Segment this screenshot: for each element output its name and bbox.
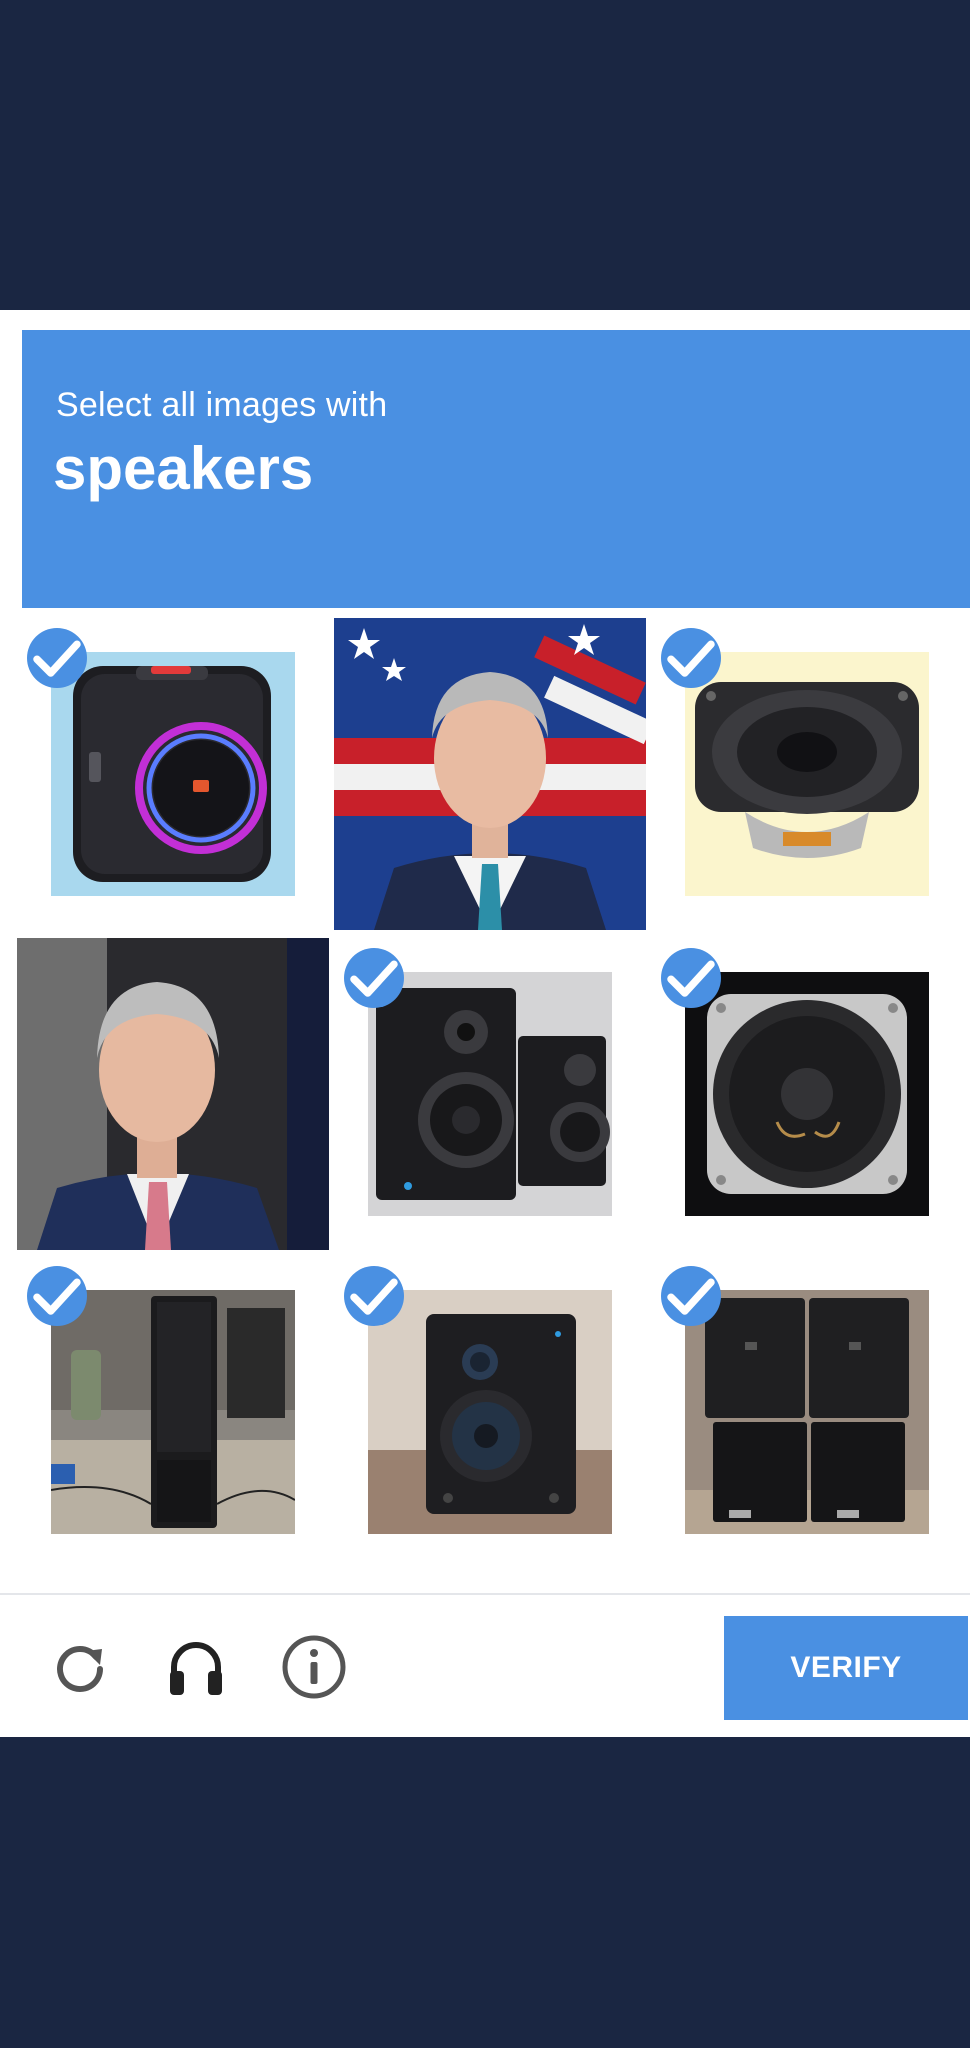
tile-image-pa-cabinets xyxy=(685,1290,929,1534)
challenge-target: speakers xyxy=(53,435,314,502)
audio-challenge-button[interactable] xyxy=(160,1633,232,1705)
check-icon xyxy=(661,1266,721,1326)
check-icon xyxy=(344,1266,404,1326)
image-tile-3[interactable] xyxy=(651,618,963,930)
footer-divider xyxy=(0,1593,970,1595)
check-icon xyxy=(27,628,87,688)
challenge-instruction: Select all images with xyxy=(56,386,388,424)
tile-image-speaker-cone xyxy=(685,972,929,1216)
reload-icon xyxy=(50,1637,110,1702)
image-tile-2[interactable] xyxy=(334,618,646,930)
tile-image-square-driver xyxy=(685,652,929,896)
check-icon xyxy=(344,948,404,1008)
tile-image-party-speaker xyxy=(51,652,295,896)
verify-button[interactable]: VERIFY xyxy=(724,1616,968,1720)
image-tile-1[interactable] xyxy=(17,618,329,930)
image-tile-5[interactable] xyxy=(334,938,646,1250)
tile-image-man-with-flag xyxy=(334,618,646,930)
image-tile-8[interactable] xyxy=(334,1256,646,1568)
check-icon xyxy=(661,628,721,688)
reload-button[interactable] xyxy=(44,1633,116,1705)
tile-image-studio-monitors-pair xyxy=(368,972,612,1216)
image-tile-9[interactable] xyxy=(651,1256,963,1568)
challenge-header: Select all images with speakers xyxy=(22,330,970,608)
image-tile-7[interactable] xyxy=(17,1256,329,1568)
tile-image-column-speaker xyxy=(51,1290,295,1534)
check-icon xyxy=(661,948,721,1008)
image-tile-6[interactable] xyxy=(651,938,963,1250)
captcha-widget: Select all images with speakers VERIFY xyxy=(0,310,970,1737)
check-icon xyxy=(27,1266,87,1326)
tile-image-man-in-suit xyxy=(17,938,329,1250)
tile-image-studio-monitor xyxy=(368,1290,612,1534)
image-tile-4[interactable] xyxy=(17,938,329,1250)
info-icon xyxy=(281,1634,347,1705)
help-button[interactable] xyxy=(278,1633,350,1705)
headphones-icon xyxy=(164,1635,228,1704)
